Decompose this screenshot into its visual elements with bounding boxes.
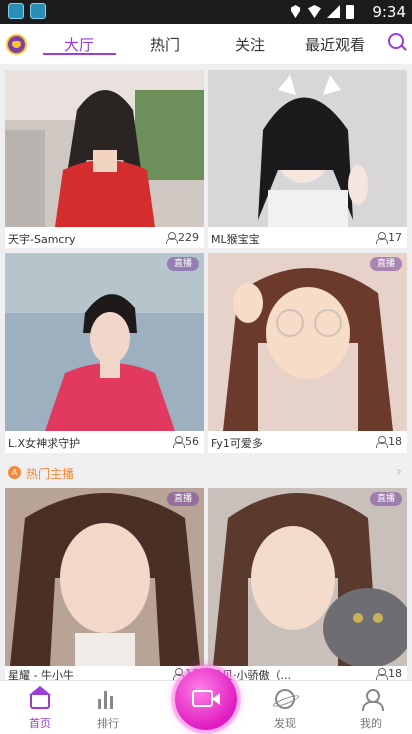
hot-section-header[interactable]: A 热门主播 › (0, 460, 412, 485)
live-badge: 直播 (370, 492, 402, 506)
viewer-count: 229 (166, 231, 199, 244)
stream-thumbnail (208, 70, 407, 227)
video-camera-icon (192, 690, 213, 707)
stream-thumbnail (5, 70, 204, 227)
viewer-icon (376, 436, 388, 448)
stream-thumbnail (208, 253, 407, 431)
streamer-name: ML猴宝宝 (211, 233, 260, 246)
nav-profile[interactable]: 我的 (341, 681, 401, 734)
viewer-count: 18 (376, 667, 402, 680)
nav-home-label: 首页 (29, 717, 51, 730)
hot-anchor-icon: A (8, 466, 21, 479)
status-icons (289, 5, 354, 19)
ranking-icon (98, 689, 118, 709)
tab-following[interactable]: 关注 (233, 34, 267, 55)
home-icon (29, 686, 51, 709)
viewer-count: 17 (376, 231, 402, 244)
app-notification-icon (30, 3, 46, 19)
top-nav: 大厅 热门 关注 最近观看 (0, 24, 412, 64)
stream-card[interactable]: 直播 Fy1可爱多 18 (208, 253, 407, 453)
viewer-icon (166, 232, 178, 244)
status-time: 9:34 (372, 3, 406, 21)
stream-thumbnail (5, 253, 204, 431)
streamer-name: 天宇-Samcry (8, 233, 76, 246)
live-badge: 直播 (167, 257, 199, 271)
active-tab-indicator (43, 53, 116, 55)
start-live-button[interactable] (175, 668, 237, 730)
battery-icon (346, 5, 354, 19)
discover-icon (275, 689, 295, 709)
tab-recently-watched[interactable]: 最近观看 (304, 34, 366, 55)
stream-card[interactable]: 直播 L.X女神求守护 56 (5, 253, 204, 453)
app-notification-icon (8, 3, 24, 19)
nav-discover[interactable]: 发现 (255, 681, 315, 734)
streamer-name: L.X女神求守护 (8, 437, 81, 450)
streamer-name: 星耀 - 牛小牛 (8, 669, 74, 680)
hot-section-title: 热门主播 (26, 467, 75, 481)
stream-card[interactable]: ML猴宝宝 17 (208, 70, 407, 248)
profile-icon (361, 689, 384, 711)
live-badge: 直播 (167, 492, 199, 506)
stream-card[interactable]: 天宇-Samcry 229 (5, 70, 204, 248)
stream-card[interactable]: 直播 贝贝·小骄傲（... 18 (208, 488, 407, 680)
viewer-count: 56 (173, 435, 199, 448)
camera-lens-icon (212, 693, 220, 705)
nav-discover-label: 发现 (274, 717, 296, 730)
viewer-count: 18 (376, 435, 402, 448)
signal-icon (327, 5, 340, 18)
viewer-icon (173, 668, 185, 680)
location-icon (290, 5, 301, 18)
nav-profile-label: 我的 (360, 717, 382, 730)
viewer-icon (376, 232, 388, 244)
live-badge: 直播 (370, 257, 402, 271)
stream-card[interactable]: 直播 星耀 - 牛小牛 17 (5, 488, 204, 680)
streamer-name: Fy1可爱多 (211, 437, 263, 450)
search-icon[interactable] (388, 33, 404, 49)
wifi-icon (308, 5, 321, 18)
stream-thumbnail (5, 488, 204, 666)
chevron-right-icon[interactable]: › (396, 464, 402, 480)
nav-home[interactable]: 首页 (10, 681, 70, 734)
tab-hall[interactable]: 大厅 (62, 34, 96, 55)
tab-hot[interactable]: 热门 (148, 34, 182, 55)
status-bar: 9:34 (0, 0, 412, 24)
viewer-icon (376, 668, 388, 680)
avatar[interactable] (6, 34, 27, 55)
stream-thumbnail (208, 488, 407, 666)
nav-ranking-label: 排行 (97, 717, 119, 730)
nav-ranking[interactable]: 排行 (78, 681, 138, 734)
viewer-icon (173, 436, 185, 448)
